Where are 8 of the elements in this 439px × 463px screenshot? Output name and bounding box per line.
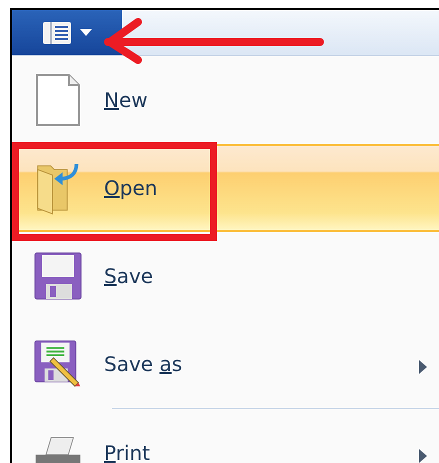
menu-item[interactable]: Print: [12, 409, 439, 463]
menu-item[interactable]: Save as: [12, 320, 439, 408]
document-icon: [42, 20, 72, 44]
application-menu-button[interactable]: [12, 10, 122, 55]
menu-item[interactable]: New: [12, 56, 439, 144]
blank-page-icon: [35, 73, 81, 127]
dropdown-caret-icon: [80, 28, 92, 36]
menu-item[interactable]: Save: [12, 232, 439, 320]
